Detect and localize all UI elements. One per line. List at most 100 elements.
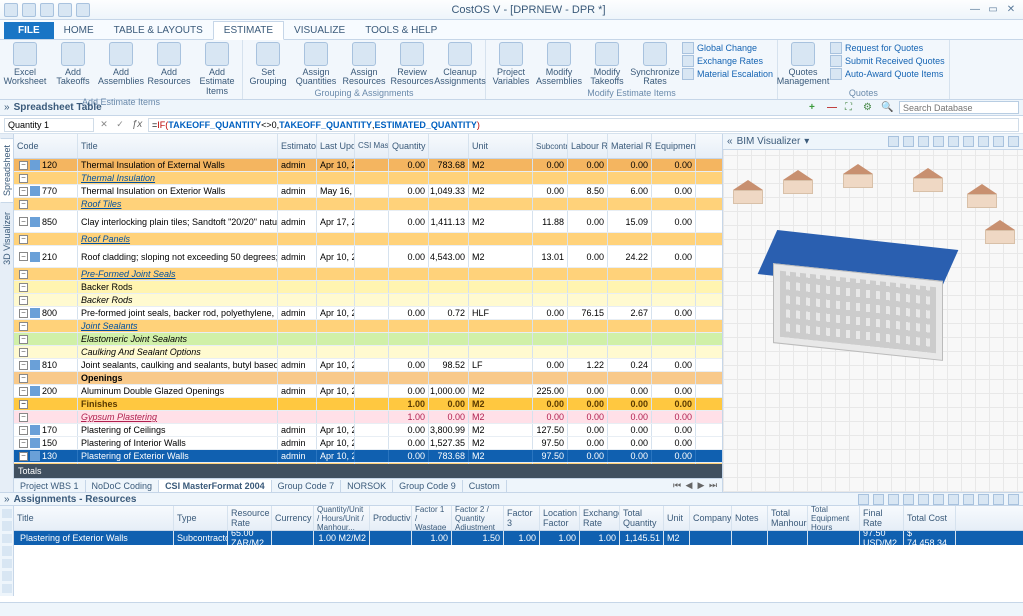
tool-icon[interactable]	[2, 534, 12, 543]
tool-icon[interactable]	[978, 494, 989, 505]
expand-icon[interactable]: −	[19, 283, 28, 292]
global-change-button[interactable]: Global Change	[682, 42, 773, 54]
next-icon[interactable]: ▶	[696, 480, 706, 491]
table-row[interactable]: −Roof Tiles	[14, 198, 722, 211]
col-labour-rate[interactable]: Labour Rate	[568, 134, 608, 158]
expand-icon[interactable]: −	[19, 452, 28, 461]
expand-icon[interactable]: −	[19, 361, 28, 370]
exchange-rates-button[interactable]: Exchange Rates	[682, 55, 773, 67]
tool-icon[interactable]	[873, 494, 884, 505]
add-assemblies-button[interactable]: Add Assemblies	[100, 42, 142, 87]
add-takeoffs-button[interactable]: Add Takeoffs	[52, 42, 94, 87]
auto-award-button[interactable]: Auto-Award Quote Items	[830, 68, 945, 80]
table-row[interactable]: −Thermal Insulation	[14, 172, 722, 185]
maximize-icon[interactable]: ▭	[985, 3, 1001, 17]
qat-btn[interactable]	[76, 3, 90, 17]
tab-tools-help[interactable]: TOOLS & HELP	[355, 22, 447, 39]
bim-tool-icon[interactable]	[963, 136, 974, 147]
col-material-rate[interactable]: Material Rate	[608, 134, 652, 158]
cancel-icon[interactable]: ✕	[98, 119, 110, 131]
table-row[interactable]: −Elastomeric Joint Sealants	[14, 333, 722, 346]
table-row[interactable]: −Caulking And Sealant Options	[14, 346, 722, 359]
table-row[interactable]: − 170Plastering of CeilingsadminApr 10, …	[14, 424, 722, 437]
modify-assemblies-button[interactable]: Modify Assemblies	[538, 42, 580, 87]
table-row[interactable]: − 800Pre-formed joint seals, backer rod,…	[14, 307, 722, 320]
bim-tool-icon[interactable]	[978, 136, 989, 147]
tool-icon[interactable]	[2, 509, 12, 518]
table-row[interactable]: −Pre-Formed Joint Seals	[14, 268, 722, 281]
table-row[interactable]: − 200Aluminum Double Glazed Openingsadmi…	[14, 385, 722, 398]
expand-icon[interactable]: −	[19, 439, 28, 448]
material-escalation-button[interactable]: Material Escalation	[682, 68, 773, 80]
col-qty1[interactable]: Quantity 1	[389, 134, 429, 158]
close-icon[interactable]: ✕	[1003, 3, 1019, 17]
accept-icon[interactable]: ✓	[114, 119, 126, 131]
sheet-tab[interactable]: NORSOK	[341, 480, 393, 492]
table-row[interactable]: − 150Plastering of Interior WallsadminAp…	[14, 437, 722, 450]
expand-icon[interactable]: −	[19, 413, 28, 422]
sheet-tab[interactable]: CSI MasterFormat 2004	[159, 480, 272, 492]
assignments-grid[interactable]: Title Type Resource Rate Currency Quanti…	[14, 506, 1023, 596]
tool-icon[interactable]	[963, 494, 974, 505]
sheet-tab[interactable]: Custom	[463, 480, 507, 492]
col-unit[interactable]: Unit	[469, 134, 533, 158]
submit-quotes-button[interactable]: Submit Received Quotes	[830, 55, 945, 67]
excel-worksheet-button[interactable]: Excel Worksheet	[4, 42, 46, 87]
table-row[interactable]: − 210Roof cladding; sloping not exceedin…	[14, 246, 722, 268]
tool-icon[interactable]	[858, 494, 869, 505]
expand-icon[interactable]: −	[19, 296, 28, 305]
set-grouping-button[interactable]: Set Grouping	[247, 42, 289, 87]
expand-icon[interactable]: −	[19, 387, 28, 396]
col-estimator[interactable]: Estimator	[278, 134, 317, 158]
bim-tool-icon[interactable]	[918, 136, 929, 147]
sheet-tab[interactable]: NoDoC Coding	[86, 480, 160, 492]
col-equipment-rate[interactable]: Equipment Rate	[652, 134, 696, 158]
review-resources-button[interactable]: Review Resources	[391, 42, 433, 87]
tool-icon[interactable]	[2, 571, 12, 580]
table-row[interactable]: −Openings	[14, 372, 722, 385]
formula-input[interactable]: =IF(TAKEOFF_QUANTITY<>0,TAKEOFF_QUANTITY…	[148, 118, 1019, 132]
expand-icon[interactable]: −	[19, 252, 28, 261]
tool-icon[interactable]	[948, 494, 959, 505]
tab-visualize[interactable]: VISUALIZE	[284, 22, 355, 39]
qat-btn[interactable]	[22, 3, 36, 17]
sheet-tab[interactable]: Group Code 9	[393, 480, 463, 492]
minimize-icon[interactable]: —	[967, 3, 983, 17]
table-row[interactable]: − 120Thermal Insulation of External Wall…	[14, 159, 722, 172]
tool-icon[interactable]	[993, 494, 1004, 505]
tool-icon[interactable]	[933, 494, 944, 505]
file-tab[interactable]: FILE	[4, 22, 54, 39]
tool-icon[interactable]: ⚙	[863, 102, 875, 114]
modify-takeoffs-button[interactable]: Modify Takeoffs	[586, 42, 628, 87]
expand-icon[interactable]: −	[19, 174, 28, 183]
expand-icon[interactable]: −	[19, 200, 28, 209]
tool-icon[interactable]	[2, 559, 12, 568]
tab-table-layouts[interactable]: TABLE & LAYOUTS	[104, 22, 213, 39]
tool-icon[interactable]	[2, 546, 12, 555]
synchronize-rates-button[interactable]: Synchronize Rates	[634, 42, 676, 87]
expand-icon[interactable]: −	[19, 374, 28, 383]
col-sub-rate[interactable]: Subcontractor Rate	[533, 134, 568, 158]
tool-icon[interactable]	[2, 521, 12, 530]
expand-icon[interactable]: −	[19, 348, 28, 357]
expand-icon[interactable]: −	[19, 426, 28, 435]
bim-tool-icon[interactable]	[903, 136, 914, 147]
name-box[interactable]: Quantity 1	[4, 118, 94, 132]
expand-icon[interactable]: −	[19, 187, 28, 196]
prev-icon[interactable]: ◀	[684, 480, 694, 491]
project-variables-button[interactable]: Project Variables	[490, 42, 532, 87]
col-title[interactable]: Title	[78, 134, 278, 158]
tool-icon[interactable]	[1008, 494, 1019, 505]
bim-tool-icon[interactable]	[1008, 136, 1019, 147]
last-icon[interactable]: ⏭	[708, 480, 718, 491]
expand-icon[interactable]: −	[19, 400, 28, 409]
table-row[interactable]: −Backer Rods	[14, 281, 722, 294]
tool-icon[interactable]: ⛶	[845, 102, 857, 114]
col-code[interactable]: Code	[14, 134, 78, 158]
tool-icon[interactable]	[918, 494, 929, 505]
add-estimate-items-button[interactable]: Add Estimate Items	[196, 42, 238, 96]
table-row[interactable]: −Joint Sealants	[14, 320, 722, 333]
tab-home[interactable]: HOME	[54, 22, 104, 39]
table-row[interactable]: − 850Clay interlocking plain tiles; Sand…	[14, 211, 722, 233]
expand-icon[interactable]: −	[19, 217, 28, 226]
